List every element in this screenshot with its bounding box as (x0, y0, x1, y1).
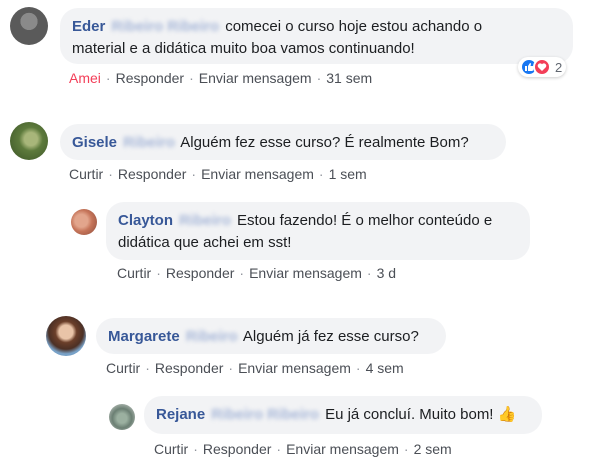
comment-text: comecei o curso hoje estou achando o (225, 18, 483, 35)
separator: · (355, 360, 361, 376)
separator: · (403, 441, 409, 457)
separator: · (145, 360, 150, 376)
timestamp[interactable]: 4 sem (366, 360, 404, 376)
avatar[interactable] (71, 209, 97, 235)
love-reaction-link[interactable]: Amei (69, 70, 101, 86)
avatar[interactable] (109, 404, 135, 430)
reply-link[interactable]: Responder (116, 70, 185, 86)
comment-author[interactable]: Gisele (72, 134, 117, 151)
send-message-link[interactable]: Enviar mensagem (201, 166, 314, 182)
comment-text: Alguém fez esse curso? É realmente Bom? (180, 134, 469, 151)
comment-bubble: Clayton Ribeiro Estou fazendo! É o melho… (106, 202, 530, 260)
timestamp[interactable]: 1 sem (329, 166, 367, 182)
comment-author[interactable]: Margarete (108, 328, 180, 345)
comment-text: didática que achei em sst! (118, 234, 292, 251)
separator: · (228, 360, 234, 376)
timestamp[interactable]: 2 sem (414, 441, 452, 457)
comment-actions: Curtir · Responder · Enviar mensagem · 4 sem (106, 360, 404, 376)
comment-actions: Curtir · Responder · Enviar mensagem · 3 d (117, 265, 396, 281)
hidden-author-surname: Ribeiro Ribeiro (111, 18, 220, 35)
separator: · (366, 265, 372, 281)
comment-bubble: Margarete Ribeiro Alguém já fez esse cur… (96, 318, 446, 354)
comment-text: Eu já concluí. Muito bom! (325, 406, 494, 423)
like-link[interactable]: Curtir (154, 441, 188, 457)
reaction-count: 2 (555, 59, 563, 75)
separator: · (316, 70, 322, 86)
avatar[interactable] (10, 122, 48, 160)
comment-actions: Curtir · Responder · Enviar mensagem · 1 sem (69, 166, 367, 182)
reply-link[interactable]: Responder (203, 441, 272, 457)
comment-text: Estou fazendo! É o melhor conteúdo e (237, 212, 493, 229)
hidden-author-surname: Ribeiro (185, 328, 238, 345)
comment-bubble: Eder Ribeiro Ribeiro comecei o curso hoj… (60, 8, 573, 64)
timestamp[interactable]: 3 d (377, 265, 396, 281)
comment-bubble: Gisele Ribeiro Alguém fez esse curso? É … (60, 124, 506, 160)
comment-actions: Curtir · Responder · Enviar mensagem · 2 sem (154, 441, 452, 457)
avatar[interactable] (46, 316, 86, 356)
separator: · (191, 166, 197, 182)
like-link[interactable]: Curtir (106, 360, 140, 376)
separator: · (156, 265, 161, 281)
comment-author[interactable]: Clayton (118, 212, 173, 229)
reply-link[interactable]: Responder (155, 360, 224, 376)
avatar[interactable] (10, 7, 48, 45)
comment-bubble: Rejane Ribeiro Ribeiro Eu já concluí. Mu… (144, 396, 542, 434)
separator: · (189, 70, 194, 86)
send-message-link[interactable]: Enviar mensagem (199, 70, 312, 86)
hidden-author-surname: Ribeiro (123, 134, 175, 151)
send-message-link[interactable]: Enviar mensagem (286, 441, 399, 457)
like-link[interactable]: Curtir (117, 265, 151, 281)
separator: · (193, 441, 198, 457)
separator: · (239, 265, 245, 281)
timestamp[interactable]: 31 sem (326, 70, 372, 86)
comment-author[interactable]: Eder (72, 18, 105, 35)
separator: · (105, 70, 111, 86)
thumbs-up-emoji-icon: 👍 (497, 406, 517, 423)
reply-link[interactable]: Responder (166, 265, 235, 281)
send-message-link[interactable]: Enviar mensagem (249, 265, 362, 281)
separator: · (108, 166, 113, 182)
comment-author[interactable]: Rejane (156, 406, 205, 423)
separator: · (276, 441, 282, 457)
reply-link[interactable]: Responder (118, 166, 187, 182)
like-link[interactable]: Curtir (69, 166, 103, 182)
comment-text: Alguém já fez esse curso? (242, 328, 419, 345)
hidden-author-surname: Ribeiro Ribeiro (211, 406, 319, 423)
comment-text: material e a didática muito boa vamos co… (72, 40, 415, 57)
send-message-link[interactable]: Enviar mensagem (238, 360, 351, 376)
hidden-author-surname: Ribeiro (179, 212, 231, 229)
reactions-badge[interactable]: 2 (518, 57, 567, 77)
comment-actions: Amei · Responder · Enviar mensagem · 31 sem (69, 70, 372, 86)
heart-icon (533, 58, 551, 76)
separator: · (318, 166, 324, 182)
